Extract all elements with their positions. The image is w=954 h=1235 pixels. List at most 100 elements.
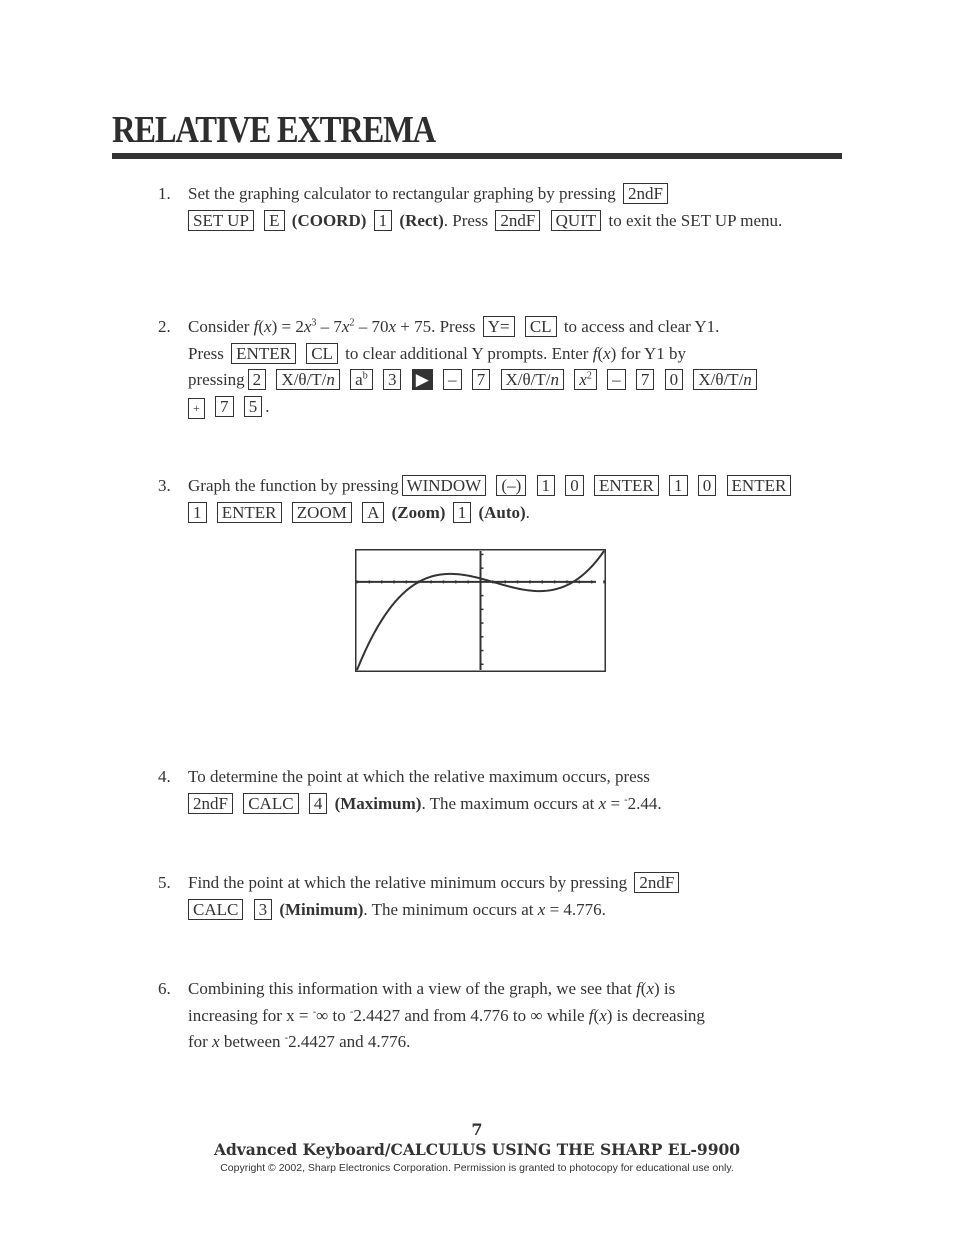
key-1: 1 — [452, 501, 472, 523]
key-x-squared: x2 — [574, 369, 597, 390]
page-title: RELATIVE EXTREMA — [112, 109, 436, 151]
step-number: 1. — [158, 184, 171, 203]
step-number: 5. — [158, 873, 171, 892]
key-label: a — [355, 370, 363, 389]
step-text: = — [606, 793, 625, 813]
page-number: 7 — [471, 1120, 483, 1139]
max-value: 2.4427 — [353, 1005, 401, 1025]
maximum-value: 2.44 — [627, 793, 658, 813]
right-arrow-key-icon: ▶ — [411, 369, 433, 390]
key-label: b — [362, 370, 368, 382]
coord-label: (COORD) — [291, 210, 367, 230]
step-number: 6. — [158, 979, 171, 998]
key-3: 3 — [253, 898, 273, 920]
step-text: Graph the function by pressing — [188, 476, 399, 495]
key-label: 2 — [586, 370, 592, 382]
key-label: n — [326, 370, 335, 389]
step-4: 4. To determine the point at which the r… — [158, 764, 808, 817]
step-text: . — [265, 396, 270, 416]
key-2ndf: 2ndF — [634, 872, 680, 893]
step-text: to access and clear Y1. — [563, 317, 720, 336]
key-label: x — [579, 370, 587, 389]
key-setup: SET UP — [188, 209, 254, 231]
fx: x — [603, 343, 611, 363]
step-text: . The maximum occurs at — [421, 793, 595, 813]
key-label: X/θ/T/ — [281, 370, 327, 389]
key-4: 4 — [308, 792, 328, 814]
key-a-b: ab — [350, 369, 373, 390]
step-text: pressing — [188, 370, 245, 389]
key-0: 0 — [664, 369, 684, 390]
key-7: 7 — [215, 395, 234, 417]
key-label: X/θ/T/ — [698, 370, 744, 389]
variable-x: x — [212, 1032, 220, 1051]
key-2ndf: 2ndF — [622, 183, 668, 204]
fx: x — [599, 1005, 607, 1025]
key-enter: ENTER — [216, 501, 282, 523]
step-number: 2. — [158, 317, 171, 336]
step-text: to clear additional Y prompts. Enter — [345, 343, 589, 363]
key-1: 1 — [373, 209, 393, 231]
minimum-value: = 4.776. — [545, 899, 606, 919]
step-text: to exit the SET UP menu. — [608, 210, 783, 230]
key-0: 0 — [565, 475, 584, 496]
key-xthetatn: X/θ/T/n — [276, 369, 340, 390]
key-xthetatn: X/θ/T/n — [693, 369, 757, 390]
key-1: 1 — [669, 475, 688, 496]
step-text: . — [525, 502, 530, 522]
title-rule — [112, 153, 842, 159]
key-1: 1 — [188, 501, 207, 523]
key-enter: ENTER — [231, 342, 296, 364]
key-7: 7 — [635, 369, 655, 390]
key-5: 5 — [243, 395, 263, 417]
fx: f — [636, 979, 641, 998]
rect-label: (Rect) — [399, 210, 444, 230]
eq: + 75. Press — [395, 317, 476, 336]
step-2: 2. Consider f(x) = 2x3 – 7x2 – 70x + 75.… — [158, 314, 808, 420]
maximum-label: (Maximum) — [334, 793, 422, 813]
footer-title: Advanced Keyboard/CALCULUS USING THE SHA… — [213, 1140, 741, 1159]
eq: – 70 — [354, 317, 389, 336]
key-label: X/θ/T/ — [505, 370, 551, 389]
key-a: A — [362, 501, 385, 523]
key-y-equals: Y= — [482, 316, 515, 337]
copyright-notice: Copyright © 2002, Sharp Electronics Corp… — [220, 1162, 734, 1174]
eq: – 7 — [316, 317, 342, 336]
key-calc: CALC — [243, 792, 299, 814]
key-cl: CL — [524, 316, 557, 337]
step-text: between — [223, 1032, 281, 1051]
key-3: 3 — [382, 369, 402, 390]
key-plus: + — [188, 397, 205, 419]
key-2ndf: 2ndF — [188, 792, 233, 814]
max-value: 2.4427 — [288, 1032, 335, 1051]
step-text: . The minimum occurs at — [363, 899, 534, 919]
step-5: 5. Find the point at which the relative … — [158, 870, 808, 923]
key-negative: (–) — [496, 475, 527, 496]
key-label: n — [550, 370, 560, 389]
step-text: for Y1 by — [620, 343, 687, 363]
fx: f — [588, 1005, 594, 1025]
zoom-label: (Zoom) — [391, 502, 446, 522]
step-text: Find the point at which the relative min… — [188, 873, 628, 892]
key-enter: ENTER — [726, 475, 792, 496]
key-xthetatn: X/θ/T/n — [500, 369, 565, 390]
eq: x — [264, 317, 272, 336]
auto-label: (Auto) — [478, 502, 526, 522]
step-text: Combining this information with a view o… — [188, 979, 632, 998]
step-text: and from 4.776 to ∞ while — [400, 1005, 585, 1025]
fx: x — [646, 979, 655, 998]
minimum-label: (Minimum) — [279, 899, 364, 919]
eq: x — [388, 317, 396, 336]
key-calc: CALC — [188, 898, 244, 920]
step-number: 3. — [158, 476, 171, 495]
key-quit: QUIT — [550, 209, 602, 231]
key-cl: CL — [306, 342, 338, 364]
eq: ) = 2 — [271, 317, 304, 336]
step-number: 4. — [158, 767, 171, 786]
key-minus: – — [607, 369, 626, 390]
step-1: 1. Set the graphing calculator to rectan… — [158, 181, 808, 234]
step-text: . Press — [443, 210, 489, 230]
step-text: and 4.776. — [334, 1032, 411, 1051]
key-label: n — [743, 370, 752, 389]
step-text: Set the graphing calculator to rectangul… — [188, 184, 616, 203]
